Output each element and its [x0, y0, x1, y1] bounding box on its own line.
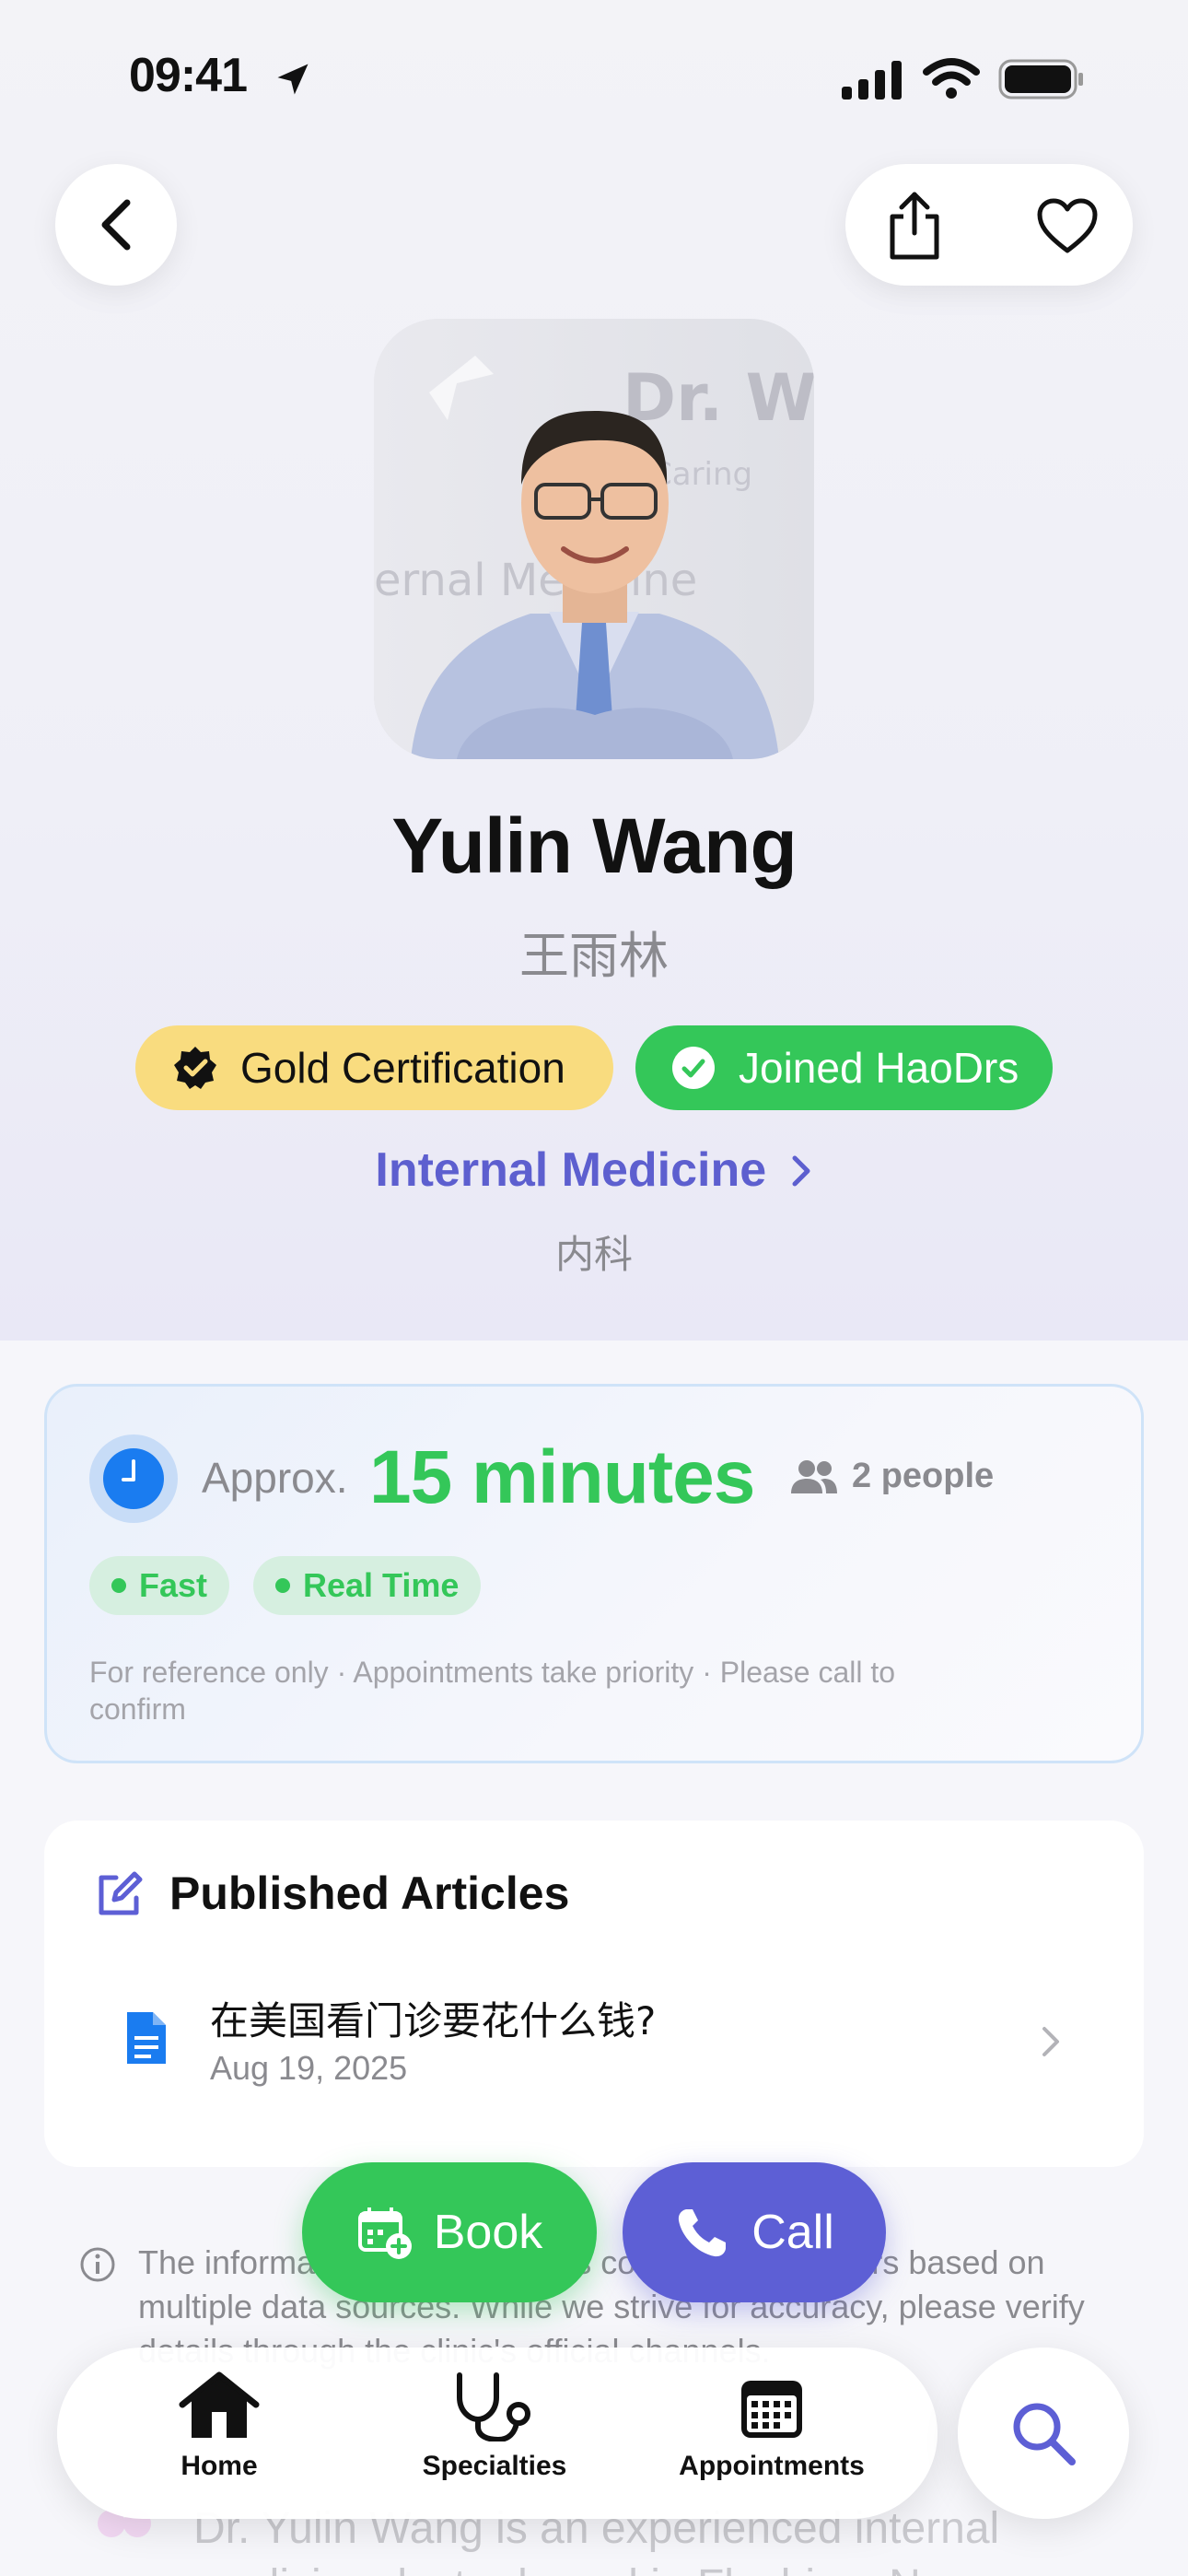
- back-button[interactable]: [55, 164, 177, 286]
- doctor-name: Yulin Wang: [391, 802, 798, 889]
- book-label: Book: [433, 2206, 543, 2259]
- tab-bar: Home Specialties Appointments: [57, 2348, 938, 2519]
- joined-haodrs-label: Joined HaoDrs: [739, 1044, 1019, 1092]
- tag-real-time-label: Real Time: [303, 1566, 460, 1604]
- wait-time-card: Approx. 15 minutes 2 people Fast Real Ti…: [44, 1384, 1144, 1763]
- tag-fast-label: Fast: [139, 1566, 208, 1604]
- home-icon: [179, 2371, 260, 2438]
- tab-appointments[interactable]: Appointments: [643, 2371, 901, 2482]
- tab-appointments-label: Appointments: [679, 2451, 865, 2481]
- tag-fast: Fast: [89, 1556, 230, 1615]
- location-arrow-icon: [277, 64, 309, 95]
- clock-badge: [89, 1434, 178, 1523]
- calendar-grid-icon: [741, 2381, 802, 2438]
- tab-home[interactable]: Home: [90, 2371, 348, 2482]
- tab-specialties-label: Specialties: [422, 2451, 567, 2481]
- favorite-button[interactable]: [1026, 184, 1109, 267]
- book-button[interactable]: Book: [302, 2162, 597, 2302]
- back-chevron-icon: [101, 199, 131, 251]
- approx-label: Approx.: [202, 1454, 348, 1502]
- verified-badge-icon: [174, 1047, 216, 1089]
- call-label: Call: [751, 2206, 834, 2259]
- tab-home-label: Home: [181, 2451, 258, 2481]
- stethoscope-icon: [457, 2372, 530, 2441]
- people-icon: [791, 1460, 837, 1493]
- heart-icon: [1037, 198, 1098, 253]
- document-icon: [127, 2012, 166, 2064]
- specialty-label: Internal Medicine: [375, 1143, 767, 1197]
- call-button[interactable]: Call: [623, 2162, 886, 2302]
- status-time: 09:41: [129, 49, 248, 102]
- calendar-add-icon: [357, 2207, 412, 2259]
- chevron-right-icon: [792, 1155, 810, 1187]
- edit-icon: [99, 1871, 143, 1915]
- doctor-name-chinese: 王雨林: [519, 927, 669, 985]
- clock-icon: [103, 1448, 164, 1509]
- queue-people: 2 people: [852, 1457, 995, 1495]
- info-icon: [80, 2247, 115, 2282]
- search-button[interactable]: [958, 2348, 1129, 2519]
- gold-certification-label: Gold Certification: [240, 1044, 565, 1092]
- gold-certification-badge[interactable]: Gold Certification: [135, 1025, 613, 1110]
- share-icon: [890, 192, 939, 260]
- article-title: 在美国看门诊要花什么钱?: [210, 1998, 657, 2043]
- search-icon: [1013, 2403, 1076, 2465]
- svg-text:Dr. Wa: Dr. Wa: [623, 360, 814, 436]
- doctor-photo: Dr. Wa Caring ernal Medicine: [374, 319, 814, 759]
- phone-icon: [679, 2209, 727, 2257]
- specialty-chinese: 内科: [554, 1232, 633, 1277]
- wifi-icon: [923, 58, 980, 99]
- battery-icon: [998, 59, 1083, 100]
- action-pill: [845, 164, 1133, 286]
- wait-disclaimer: For reference only · Appointments take p…: [89, 1656, 896, 1726]
- check-circle-icon: [672, 1047, 715, 1089]
- specialty-link[interactable]: Internal Medicine: [0, 1142, 1188, 1198]
- joined-haodrs-badge[interactable]: Joined HaoDrs: [635, 1025, 1053, 1110]
- tab-specialties[interactable]: Specialties: [366, 2371, 623, 2482]
- published-articles-card: Published Articles 在美国看门诊要花什么钱? Aug 19, …: [44, 1821, 1144, 2167]
- articles-title: Published Articles: [169, 1868, 570, 1919]
- chevron-right-icon: [1042, 2027, 1059, 2056]
- tag-real-time: Real Time: [253, 1556, 482, 1615]
- wait-minutes: 15 minutes: [369, 1435, 755, 1519]
- signal-icon: [842, 61, 902, 100]
- share-button[interactable]: [873, 184, 956, 267]
- article-date: Aug 19, 2025: [210, 2049, 408, 2087]
